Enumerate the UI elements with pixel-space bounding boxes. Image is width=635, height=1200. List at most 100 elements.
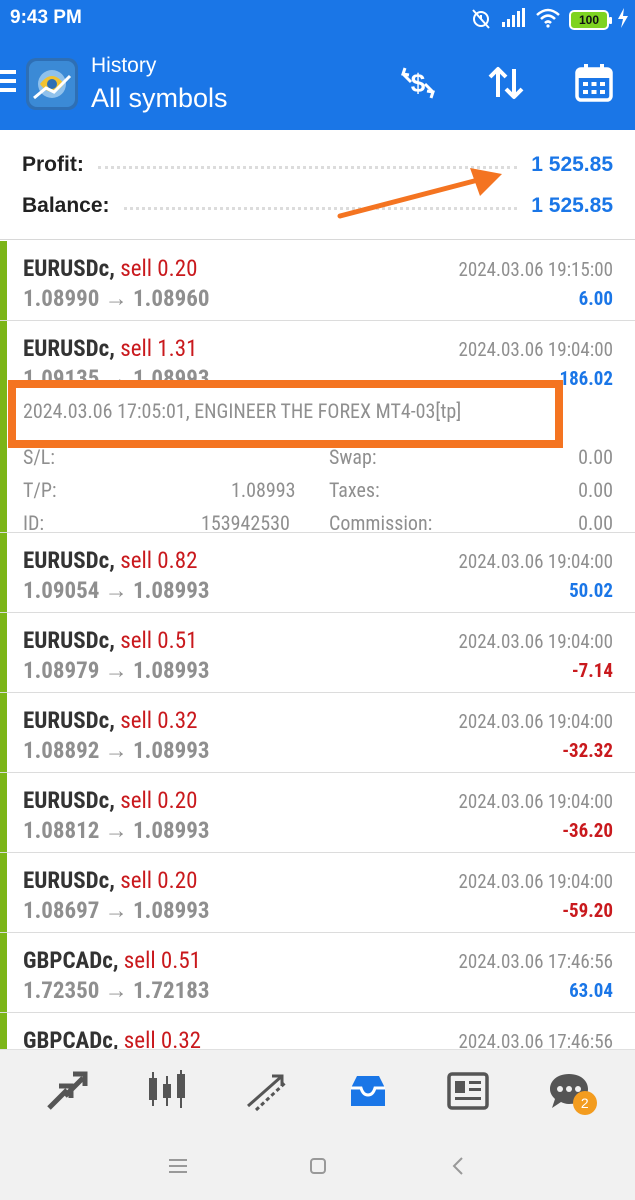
sl-label: S/L: xyxy=(23,445,55,469)
taxes-value: 0.00 xyxy=(578,478,613,502)
deal-type: sell 0.82 xyxy=(120,547,198,574)
deal-time: 2024.03.06 19:04:00 xyxy=(458,338,613,361)
summary-panel: Profit: 1 525.85 Balance: 1 525.85 xyxy=(0,130,635,240)
home-icon[interactable] xyxy=(303,1151,333,1181)
deal-time: 2024.03.06 19:04:00 xyxy=(458,550,613,573)
calendar-icon[interactable] xyxy=(573,62,615,104)
battery-indicator: 100 xyxy=(569,10,612,30)
top-bar: 9:43 PM 100 History All symbols $ xyxy=(0,0,635,130)
deal-profit: 6.00 xyxy=(578,287,613,310)
deal-prices: 1.08990 → 1.08960 xyxy=(23,285,210,312)
detail-row-sl-swap: S/L: Swap: 0.00 xyxy=(23,441,613,473)
deal-row-expanded[interactable]: EURUSDc, sell 1.31 1.09135 → 1.08993 202… xyxy=(0,321,635,535)
deal-type: sell 0.51 xyxy=(123,947,202,974)
trade-icon[interactable] xyxy=(239,1063,295,1119)
menu-icon[interactable] xyxy=(0,70,18,96)
deal-time: 2024.03.06 19:04:00 xyxy=(458,870,613,893)
back-icon[interactable] xyxy=(443,1151,473,1181)
deal-symbol: EURUSDc, sell 0.20 xyxy=(23,787,198,814)
profit-row: Profit: 1 525.85 xyxy=(22,147,613,183)
charging-icon xyxy=(617,8,629,32)
deal-profit: -32.32 xyxy=(562,739,613,762)
page-title[interactable]: All symbols xyxy=(91,80,228,116)
alarm-off-icon xyxy=(469,6,493,34)
deal-type: sell 0.32 xyxy=(120,707,198,734)
deal-row[interactable]: EURUSDc, sell 0.20 1.08812 → 1.08993 202… xyxy=(0,773,635,853)
deal-prices: 1.08979 → 1.08993 xyxy=(23,657,210,684)
deal-symbol: GBPCADc, sell 0.32 xyxy=(23,1027,201,1049)
chat-badge: 2 xyxy=(572,1090,597,1115)
quotes-icon[interactable] xyxy=(38,1063,94,1119)
app-bar: History All symbols $ xyxy=(0,50,635,126)
deal-symbol: EURUSDc, sell 0.82 xyxy=(23,547,198,574)
id-label: ID: xyxy=(23,511,45,535)
deal-type: sell 0.51 xyxy=(120,627,198,654)
balance-value: 1 525.85 xyxy=(531,194,613,217)
deal-row[interactable]: EURUSDc, sell 0.82 1.09054 → 1.08993 202… xyxy=(0,533,635,613)
deal-prices: 1.72350 → 1.72183 xyxy=(23,977,210,1004)
deal-symbol: GBPCADc, sell 0.51 xyxy=(23,947,202,974)
history-icon[interactable] xyxy=(340,1063,396,1119)
title-block: History All symbols xyxy=(91,52,228,116)
deal-type: sell 0.32 xyxy=(123,1027,202,1049)
recent-apps-icon[interactable] xyxy=(163,1151,193,1181)
commission-label: Commission: xyxy=(329,511,433,535)
deal-comment: 2024.03.06 17:05:01, ENGINEER THE FOREX … xyxy=(23,399,462,423)
taxes-label: Taxes: xyxy=(329,478,380,502)
wifi-icon xyxy=(535,8,561,32)
swap-label: Swap: xyxy=(329,445,377,469)
deposit-withdraw-icon[interactable]: $ xyxy=(397,62,439,104)
bottom-nav: 2 xyxy=(0,1049,635,1131)
balance-label: Balance: xyxy=(22,194,110,217)
deal-time: 2024.03.06 19:04:00 xyxy=(458,630,613,653)
deal-symbol: EURUSDc, sell 1.31 xyxy=(23,335,198,362)
detail-row-tp-taxes: T/P: 1.08993 Taxes: 0.00 xyxy=(23,474,613,506)
deal-type: sell 0.20 xyxy=(120,867,198,894)
deal-profit: 50.02 xyxy=(569,579,613,602)
deal-time: 2024.03.06 19:15:00 xyxy=(458,258,613,281)
deal-prices: 1.08697 → 1.08993 xyxy=(23,897,210,924)
deal-symbol: EURUSDc, sell 0.20 xyxy=(23,867,198,894)
deal-symbol: EURUSDc, sell 0.32 xyxy=(23,707,198,734)
deal-row[interactable]: EURUSDc, sell 0.20 1.08990 → 1.08960 202… xyxy=(0,241,635,321)
sort-icon[interactable] xyxy=(485,62,527,104)
deal-symbol: EURUSDc, sell 0.51 xyxy=(23,627,198,654)
chat-icon[interactable]: 2 xyxy=(541,1063,597,1119)
dotted-leader xyxy=(123,206,518,210)
swap-value: 0.00 xyxy=(578,445,613,469)
deal-row[interactable]: GBPCADc, sell 0.32 2024.03.06 17:46:56 xyxy=(0,1013,635,1049)
deal-row[interactable]: EURUSDc, sell 0.20 1.08697 → 1.08993 202… xyxy=(0,853,635,933)
deals-list[interactable]: EURUSDc, sell 0.20 1.08990 → 1.08960 202… xyxy=(0,241,635,1049)
profit-label: Profit: xyxy=(22,153,84,176)
app-logo[interactable] xyxy=(26,58,78,110)
deal-profit: -36.20 xyxy=(562,819,613,842)
deal-prices: 1.09054 → 1.08993 xyxy=(23,577,210,604)
deal-type: sell 1.31 xyxy=(120,335,198,362)
svg-text:$: $ xyxy=(411,68,426,98)
deal-time: 2024.03.06 19:04:00 xyxy=(458,790,613,813)
tp-label: T/P: xyxy=(23,478,57,502)
deal-profit: 186.02 xyxy=(559,367,613,390)
deal-type: sell 0.20 xyxy=(120,787,198,814)
deal-row[interactable]: GBPCADc, sell 0.51 1.72350 → 1.72183 202… xyxy=(0,933,635,1013)
page-subtitle: History xyxy=(91,54,157,77)
status-icons: 100 xyxy=(469,7,629,33)
deal-type: sell 0.20 xyxy=(120,255,198,282)
signal-icon xyxy=(501,8,527,32)
profit-value: 1 525.85 xyxy=(531,153,613,176)
news-icon[interactable] xyxy=(440,1063,496,1119)
toolbar-actions: $ xyxy=(397,62,615,104)
id-value: 153942530 xyxy=(201,511,290,535)
deal-time: 2024.03.06 17:46:56 xyxy=(458,1030,613,1049)
status-time: 9:43 PM xyxy=(10,7,82,28)
commission-value: 0.00 xyxy=(578,511,613,535)
deal-profit: -7.14 xyxy=(571,659,613,682)
system-nav-bar xyxy=(0,1131,635,1200)
deal-row[interactable]: EURUSDc, sell 0.51 1.08979 → 1.08993 202… xyxy=(0,613,635,693)
dotted-leader xyxy=(97,165,518,169)
deal-row[interactable]: EURUSDc, sell 0.32 1.08892 → 1.08993 202… xyxy=(0,693,635,773)
deal-profit: -59.20 xyxy=(562,899,613,922)
deal-prices: 1.08812 → 1.08993 xyxy=(23,817,210,844)
charts-icon[interactable] xyxy=(139,1063,195,1119)
deal-prices: 1.08892 → 1.08993 xyxy=(23,737,210,764)
